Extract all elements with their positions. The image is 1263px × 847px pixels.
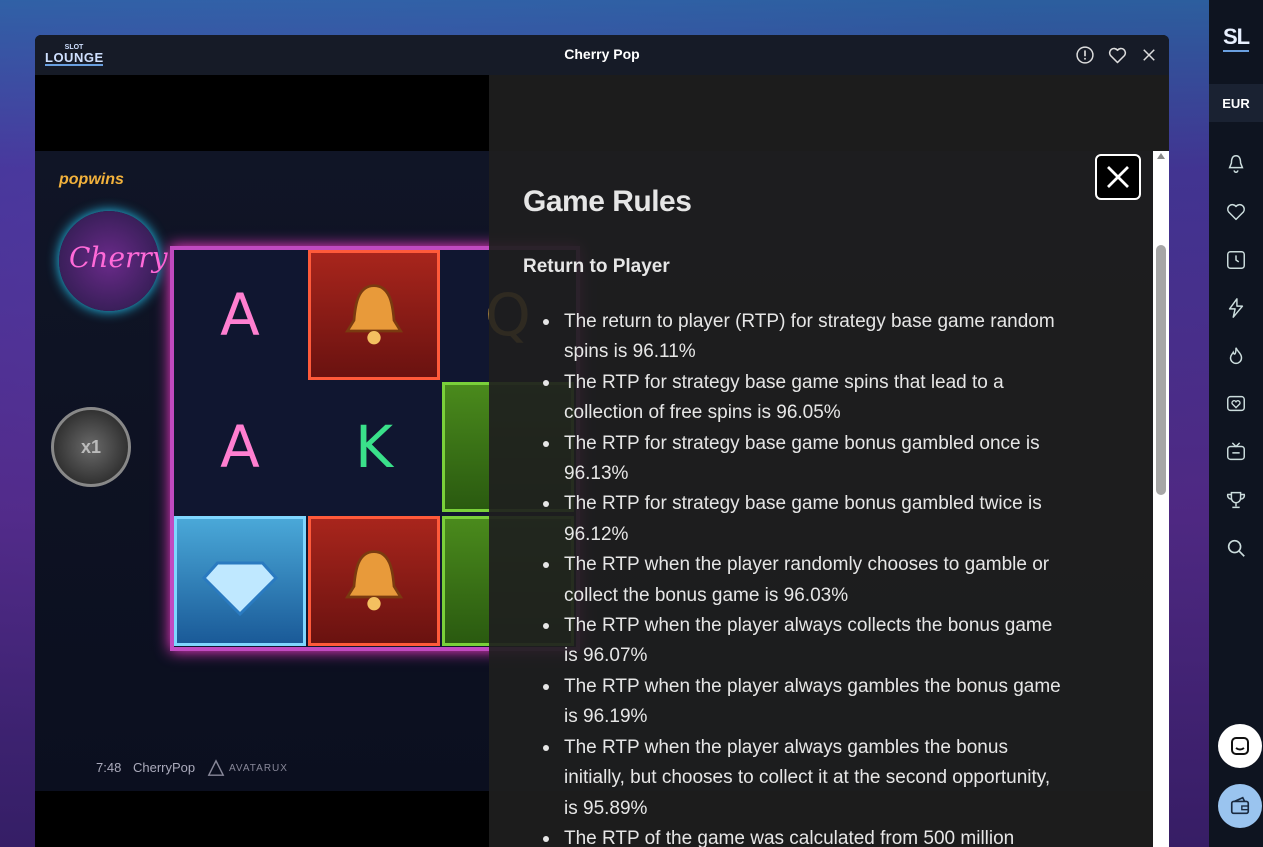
- rtp-list: The return to player (RTP) for strategy …: [523, 307, 1063, 847]
- list-item: The RTP when the player always gambles t…: [523, 672, 1063, 733]
- scrollbar-thumb[interactable]: [1156, 245, 1166, 495]
- close-rules-button[interactable]: [1095, 154, 1141, 200]
- rules-title: Game Rules: [523, 185, 692, 218]
- list-item: The RTP for strategy base game bonus gam…: [523, 489, 1063, 550]
- window-titlebar: SLOT LOUNGE Cherry Pop: [35, 35, 1169, 75]
- cherry-logo-text: Cherry: [69, 241, 168, 274]
- reel-cell: A: [220, 281, 260, 349]
- site-logo-text: SL: [1222, 24, 1250, 52]
- trophy-icon[interactable]: [1224, 488, 1248, 512]
- favorite-heart-icon[interactable]: [1106, 44, 1128, 66]
- flame-icon[interactable]: [1224, 344, 1248, 368]
- wallet-button[interactable]: [1218, 784, 1262, 828]
- rules-scrollbar[interactable]: [1153, 151, 1169, 847]
- search-icon[interactable]: [1224, 536, 1248, 560]
- provider-logo: AVATARUX: [207, 759, 288, 777]
- window-title: Cherry Pop: [564, 46, 640, 62]
- scroll-up-arrow-icon[interactable]: [1157, 153, 1165, 159]
- list-item: The RTP for strategy base game bonus gam…: [523, 429, 1063, 490]
- list-item: The RTP when the player always gambles t…: [523, 733, 1063, 824]
- list-item: The RTP when the player always collects …: [523, 611, 1063, 672]
- clock-icon[interactable]: [1224, 248, 1248, 272]
- lightning-icon[interactable]: [1224, 296, 1248, 320]
- multiplier-badge: x1: [51, 407, 131, 487]
- heart-icon[interactable]: [1224, 200, 1248, 224]
- provider-name: AVATARUX: [229, 762, 288, 774]
- game-window: SLOT LOUNGE Cherry Pop popwins Cherry x1…: [35, 35, 1169, 847]
- clock-time: 7:48: [96, 759, 122, 775]
- cherry-pop-badge: Cherry: [59, 211, 168, 311]
- right-sidebar: SL EUR: [1209, 0, 1263, 847]
- tv-icon[interactable]: [1224, 440, 1248, 464]
- game-rules-panel: Game Rules Return to Player The return t…: [489, 75, 1169, 847]
- rules-section-heading: Return to Player: [523, 256, 670, 277]
- list-item: The RTP when the player randomly chooses…: [523, 550, 1063, 611]
- list-item: The return to player (RTP) for strategy …: [523, 307, 1063, 368]
- close-window-icon[interactable]: [1138, 44, 1160, 66]
- info-icon[interactable]: [1074, 44, 1096, 66]
- game-name-label: CherryPop: [133, 759, 196, 775]
- reel-cell: K: [354, 413, 394, 481]
- popwins-logo: popwins: [59, 171, 124, 188]
- currency-selector[interactable]: EUR: [1209, 84, 1263, 122]
- chat-button[interactable]: [1218, 724, 1262, 768]
- shield-heart-icon[interactable]: [1224, 392, 1248, 416]
- list-item: The RTP of the game was calculated from …: [523, 824, 1063, 847]
- chat-icon: [1231, 737, 1249, 755]
- bell-icon[interactable]: [1224, 152, 1248, 176]
- wallet-icon: [1230, 796, 1250, 815]
- game-logo: popwins Cherry: [59, 171, 169, 311]
- list-item: The RTP for strategy base game spins tha…: [523, 368, 1063, 429]
- bell-symbol-icon: [308, 250, 440, 380]
- bell-symbol-icon: [308, 516, 440, 646]
- close-icon: [1107, 166, 1129, 188]
- reel-cell: A: [220, 413, 260, 481]
- game-info-bar: 7:48 CherryPop AVATARUX: [35, 747, 489, 787]
- diamond-symbol-icon: [174, 516, 306, 646]
- site-logo[interactable]: SL: [1209, 18, 1263, 58]
